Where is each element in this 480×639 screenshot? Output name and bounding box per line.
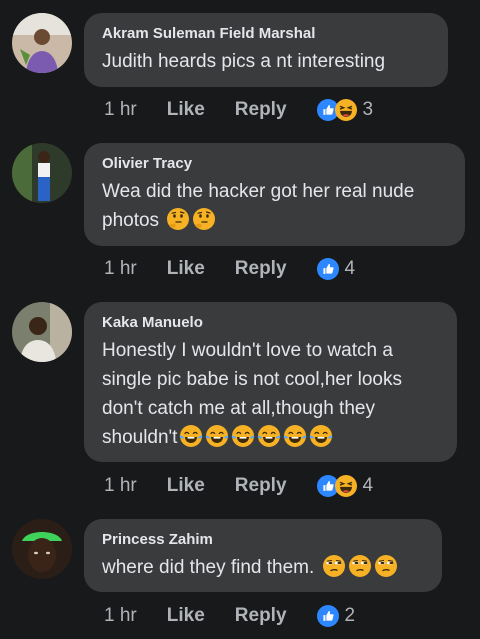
laugh-icon — [335, 99, 357, 121]
reaction-count: 4 — [344, 258, 356, 279]
reply-button[interactable]: Reply — [235, 475, 287, 497]
like-button[interactable]: Like — [167, 258, 205, 280]
avatar[interactable] — [12, 13, 72, 73]
comment-text: Wea did the hacker got her real nude pho… — [102, 177, 447, 235]
thinking-emoji — [166, 207, 190, 231]
tears-of-joy-emoji — [205, 424, 229, 448]
unamused-emoji — [374, 554, 398, 578]
comment-bubble[interactable]: Kaka Manuelo Honestly I wouldn't love to… — [84, 302, 457, 462]
comment-author[interactable]: Akram Suleman Field Marshal — [102, 25, 430, 43]
reaction-count: 3 — [362, 99, 374, 120]
comment-bubble[interactable]: Princess Zahim where did they find them. — [84, 519, 442, 592]
reply-button[interactable]: Reply — [235, 605, 287, 627]
avatar[interactable] — [12, 519, 72, 579]
comment-time[interactable]: 1 hr — [104, 99, 137, 121]
comment-actions: 1 hr Like Reply 2 — [104, 603, 355, 629]
comment-author[interactable]: Olivier Tracy — [102, 155, 447, 173]
reply-button[interactable]: Reply — [235, 258, 287, 280]
reaction-count: 2 — [344, 605, 356, 626]
comment-actions: 1 hr Like Reply 3 — [104, 97, 373, 123]
comment-text-body: where did they find them. — [102, 557, 315, 578]
reaction-summary[interactable]: 4 — [317, 258, 356, 280]
comment-author[interactable]: Kaka Manuelo — [102, 314, 439, 332]
like-button[interactable]: Like — [167, 99, 205, 121]
comment-bubble[interactable]: Olivier Tracy Wea did the hacker got her… — [84, 143, 465, 246]
unamused-emoji — [322, 554, 346, 578]
like-icon — [317, 258, 339, 280]
unamused-emoji — [348, 554, 372, 578]
like-button[interactable]: Like — [167, 475, 205, 497]
reaction-summary[interactable]: 4 — [317, 475, 374, 497]
tears-of-joy-emoji — [179, 424, 203, 448]
like-icon — [317, 605, 339, 627]
comment-text: Honestly I wouldn't love to watch a sing… — [102, 336, 439, 452]
comment-author[interactable]: Princess Zahim — [102, 531, 424, 549]
comment-actions: 1 hr Like Reply 4 — [104, 473, 373, 499]
reply-button[interactable]: Reply — [235, 99, 287, 121]
comment-time[interactable]: 1 hr — [104, 258, 137, 280]
comment-text-body: Judith heards pics a nt interesting — [102, 51, 386, 72]
reaction-count: 4 — [362, 475, 374, 496]
comment-text-body: Wea did the hacker got her real nude pho… — [102, 181, 415, 231]
thinking-emoji — [192, 207, 216, 231]
tears-of-joy-emoji — [231, 424, 255, 448]
tears-of-joy-emoji — [257, 424, 281, 448]
tears-of-joy-emoji — [309, 424, 333, 448]
comment-bubble[interactable]: Akram Suleman Field Marshal Judith heard… — [84, 13, 448, 87]
like-button[interactable]: Like — [167, 605, 205, 627]
laugh-icon — [335, 475, 357, 497]
tears-of-joy-emoji — [283, 424, 307, 448]
comment-text: Judith heards pics a nt interesting — [102, 47, 430, 76]
comment-time[interactable]: 1 hr — [104, 605, 137, 627]
comment-text: where did they find them. — [102, 553, 424, 582]
comment-actions: 1 hr Like Reply 4 — [104, 256, 355, 282]
reaction-summary[interactable]: 2 — [317, 605, 356, 627]
reaction-summary[interactable]: 3 — [317, 99, 374, 121]
avatar[interactable] — [12, 143, 72, 203]
avatar[interactable] — [12, 302, 72, 362]
comment-time[interactable]: 1 hr — [104, 475, 137, 497]
